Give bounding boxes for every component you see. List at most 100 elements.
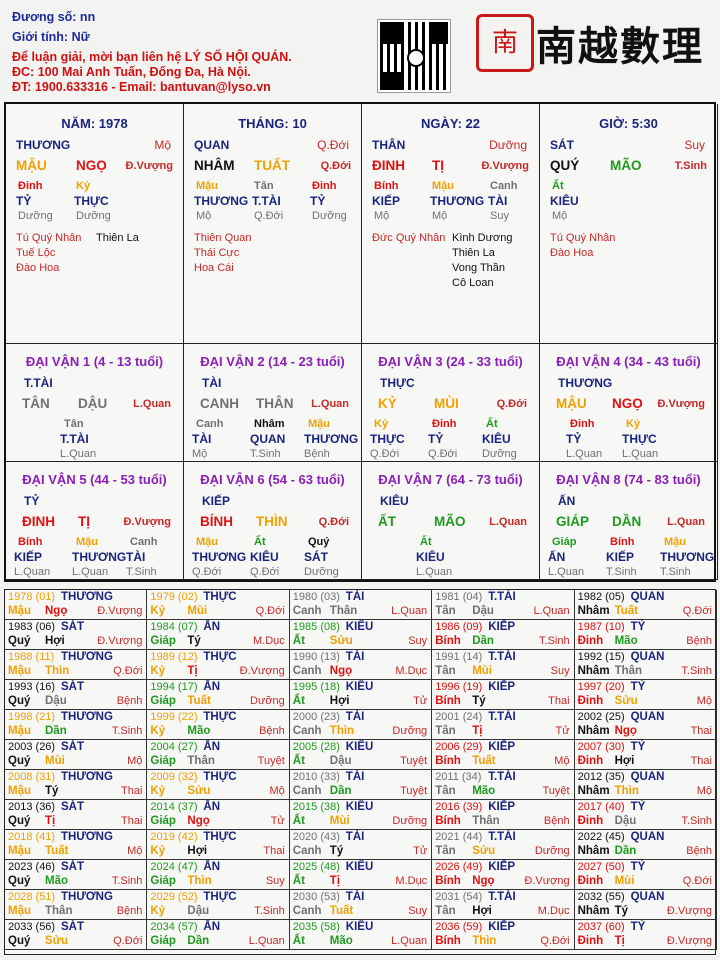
year-cell[interactable]: 2000 (23) TÀI Canh Thìn Dưỡng (289, 710, 433, 740)
year-cell[interactable]: 2030 (53) TÀI Canh Tuất Suy (289, 890, 433, 920)
year-cell[interactable]: 1983 (06) SÁT Quý Hợi Đ.Vượng (5, 620, 148, 650)
year-cell[interactable]: 1982 (05) QUAN Nhâm Tuất Q.Đới (574, 590, 717, 620)
year-status: Đ.Vượng (97, 635, 143, 647)
year-cell[interactable]: 2032 (55) QUAN Nhâm Tý Đ.Vượng (574, 890, 717, 920)
year-branch: Tý (472, 695, 486, 707)
hidden-status: Q.Đới (428, 448, 458, 460)
year-cell[interactable]: 1981 (04) T.TÀI Tân Dậu L.Quan (432, 590, 575, 620)
year-cell[interactable]: 2017 (40) TỶ Đinh Dậu T.Sinh (574, 800, 717, 830)
year-head: 2035 (58) (292, 921, 340, 933)
year-cell[interactable]: 1978 (01) THƯƠNG Mậu Ngọ Đ.Vượng (5, 590, 148, 620)
year-cell[interactable]: 2013 (36) SÁT Quý Tị Thai (5, 800, 148, 830)
year-cell[interactable]: 1988 (11) THƯƠNG Mậu Thìn Q.Đới (5, 650, 148, 680)
year-cell[interactable]: 1996 (19) KIẾP Bính Tý Thai (432, 680, 575, 710)
year-god: QUAN (630, 831, 665, 843)
year-stem: Quý (8, 755, 31, 767)
dai-van-cell[interactable]: ĐẠI VẬN 3 (24 - 33 tuổi) THỰC KỶ MÙI Q.Đới Kỷ… (362, 344, 540, 462)
year-cell[interactable]: 2022 (45) QUAN Nhâm Dần Bệnh (574, 830, 717, 860)
dai-van-cell[interactable]: ĐẠI VẬN 1 (4 - 13 tuổi) T.TÀI TÂN DẬU L.Quan… (6, 344, 184, 462)
pillar-cell: THÁNG: 10 QUAN Q.Đới NHÂM TUẤT Q.Đới Mậu THƯƠNG… (184, 104, 362, 344)
year-branch: Sửu (187, 785, 211, 797)
year-cell[interactable]: 2020 (43) TÀI Canh Tý Tử (289, 830, 433, 860)
year-cell[interactable]: 2018 (41) THƯƠNG Mậu Tuất Mộ (5, 830, 148, 860)
year-cell[interactable]: 1985 (08) KIÊU Ất Sửu Suy (289, 620, 433, 650)
year-god: TÀI (345, 711, 365, 723)
year-cell[interactable]: 2026 (49) KIẾP Bính Ngọ Đ.Vượng (432, 860, 575, 890)
year-status: Tử (270, 815, 285, 827)
year-branch: Thìn (614, 785, 639, 797)
year-cell[interactable]: 2029 (52) THỰC Kỷ Dậu T.Sinh (147, 890, 290, 920)
year-cell[interactable]: 1999 (22) THỰC Kỷ Mão Bệnh (147, 710, 290, 740)
year-cell[interactable]: 2009 (32) THỰC Kỷ Sửu Mộ (147, 770, 290, 800)
year-cell[interactable]: 2031 (54) T.TÀI Tân Hợi M.Dục (432, 890, 575, 920)
year-cell[interactable]: 1993 (16) SÁT Quý Dậu Bệnh (5, 680, 148, 710)
year-cell[interactable]: 2035 (58) KIÊU Ất Mão L.Quan (289, 920, 433, 950)
year-cell[interactable]: 2011 (34) T.TÀI Tân Mão Tuyệt (432, 770, 575, 800)
year-cell[interactable]: 2003 (26) SÁT Quý Mùi Mộ (5, 740, 148, 770)
hidden-god: T.TÀI (60, 432, 89, 446)
year-god: THƯƠNG (61, 831, 113, 843)
year-cell[interactable]: 2028 (51) THƯƠNG Mậu Thân Bệnh (5, 890, 148, 920)
year-cell[interactable]: 1994 (17) ẤN Giáp Tuất Dưỡng (147, 680, 290, 710)
year-status: Thai (263, 845, 285, 857)
year-cell[interactable]: 1992 (15) QUAN Nhâm Thân T.Sinh (574, 650, 717, 680)
year-cell[interactable]: 2027 (50) TỶ Đinh Mùi Q.Đới (574, 860, 717, 890)
year-cell[interactable]: 2016 (39) KIẾP Bính Thân Bệnh (432, 800, 575, 830)
dai-van-cell[interactable]: ĐẠI VẬN 5 (44 - 53 tuổi) TỶ ĐINH TỊ Đ.Vượng B… (6, 462, 184, 580)
hidden-god: TÀI (192, 432, 212, 446)
year-cell[interactable]: 2036 (59) KIẾP Bính Thìn Q.Đới (432, 920, 575, 950)
year-status: Bệnh (259, 725, 285, 737)
year-stem: Ất (292, 815, 305, 827)
year-cell[interactable]: 2007 (30) TỶ Đinh Hợi Thai (574, 740, 717, 770)
dai-van-cell[interactable]: ĐẠI VẬN 6 (54 - 63 tuổi) KIẾP BÍNH THÌN Q.Đớ… (184, 462, 362, 580)
dai-van-cell[interactable]: ĐẠI VẬN 2 (14 - 23 tuổi) TÀI CANH THÂN L.Qua… (184, 344, 362, 462)
phone-email-line[interactable]: ĐT: 1900.633316 - Email: bantuvan@lyso.v… (12, 80, 271, 94)
year-cell[interactable]: 1980 (03) TÀI Canh Thân L.Quan (289, 590, 433, 620)
dai-van-cell[interactable]: ĐẠI VẬN 8 (74 - 83 tuổi) ẤN GIÁP DẦN L.Quan G… (540, 462, 718, 580)
year-cell[interactable]: 2004 (27) ẤN Giáp Thân Tuyệt (147, 740, 290, 770)
year-cell[interactable]: 2012 (35) QUAN Nhâm Thìn Mộ (574, 770, 717, 800)
dai-van-god: KIÊU (380, 494, 409, 508)
dai-van-title: ĐẠI VẬN 4 (34 - 43 tuổi) (556, 354, 701, 369)
year-cell[interactable]: 1979 (02) THỰC Kỷ Mùi Q.Đới (147, 590, 290, 620)
year-cell[interactable]: 1984 (07) ẤN Giáp Tý M.Dục (147, 620, 290, 650)
year-status: Bệnh (686, 635, 712, 647)
year-cell[interactable]: 2015 (38) KIÊU Ất Mùi Dưỡng (289, 800, 433, 830)
year-cell[interactable]: 2010 (33) TÀI Canh Dần Tuyệt (289, 770, 433, 800)
year-cell[interactable]: 2002 (25) QUAN Nhâm Ngọ Thai (574, 710, 717, 740)
year-cell[interactable]: 1998 (21) THƯƠNG Mậu Dần T.Sinh (5, 710, 148, 740)
year-cell[interactable]: 2034 (57) ẤN Giáp Dần L.Quan (147, 920, 290, 950)
year-cell[interactable]: 2033 (56) SÁT Quý Sửu Q.Đới (5, 920, 148, 950)
year-god: T.TÀI (488, 651, 516, 663)
year-head: 1999 (22) (150, 711, 198, 723)
year-cell[interactable]: 2008 (31) THƯƠNG Mậu Tý Thai (5, 770, 148, 800)
dai-van-cell[interactable]: ĐẠI VẬN 4 (34 - 43 tuổi) THƯƠNG MẬU NGỌ Đ.Vư… (540, 344, 718, 462)
pillar-god-left: THƯƠNG (16, 138, 71, 152)
year-cell[interactable]: 2019 (42) THỰC Kỷ Hợi Thai (147, 830, 290, 860)
year-cell[interactable]: 1997 (20) TỶ Đinh Sửu Mộ (574, 680, 717, 710)
year-cell[interactable]: 2021 (44) T.TÀI Tân Sửu Dưỡng (432, 830, 575, 860)
year-cell[interactable]: 2006 (29) KIẾP Bính Tuất Mộ (432, 740, 575, 770)
year-cell[interactable]: 2005 (28) KIÊU Ất Dậu Tuyệt (289, 740, 433, 770)
year-branch: Tuất (614, 605, 639, 617)
qr-code-icon (377, 19, 451, 93)
year-cell[interactable]: 2025 (48) KIÊU Ất Tị M.Dục (289, 860, 433, 890)
year-cell[interactable]: 2037 (60) TỶ Đinh Tị Đ.Vượng (574, 920, 717, 950)
year-god: ẤN (203, 681, 221, 693)
year-stem: Kỷ (150, 665, 166, 677)
year-cell[interactable]: 2023 (46) SÁT Quý Mão T.Sinh (5, 860, 148, 890)
dai-van-god: THƯƠNG (558, 376, 613, 390)
year-cell[interactable]: 1989 (12) THỰC Kỷ Tị Đ.Vượng (147, 650, 290, 680)
pillar-branch: NGỌ (76, 158, 107, 173)
year-cell[interactable]: 1986 (09) KIẾP Bính Dần T.Sinh (432, 620, 575, 650)
dai-van-cell[interactable]: ĐẠI VẬN 7 (64 - 73 tuổi) KIÊU ẤT MÃO L.Quan Ấ… (362, 462, 540, 580)
hidden-status: Mộ (192, 448, 208, 460)
year-cell[interactable]: 1991 (14) T.TÀI Tân Mùi Suy (432, 650, 575, 680)
year-cell[interactable]: 1990 (13) TÀI Canh Ngọ M.Dục (289, 650, 433, 680)
hidden-god: THỰC (74, 194, 109, 208)
year-cell[interactable]: 2014 (37) ẤN Giáp Ngọ Tử (147, 800, 290, 830)
year-cell[interactable]: 1995 (18) KIÊU Ất Hợi Tử (289, 680, 433, 710)
year-cell[interactable]: 2001 (24) T.TÀI Tân Tị Tử (432, 710, 575, 740)
year-cell[interactable]: 1987 (10) TỶ Đinh Mão Bệnh (574, 620, 717, 650)
year-cell[interactable]: 2024 (47) ẤN Giáp Thìn Suy (147, 860, 290, 890)
